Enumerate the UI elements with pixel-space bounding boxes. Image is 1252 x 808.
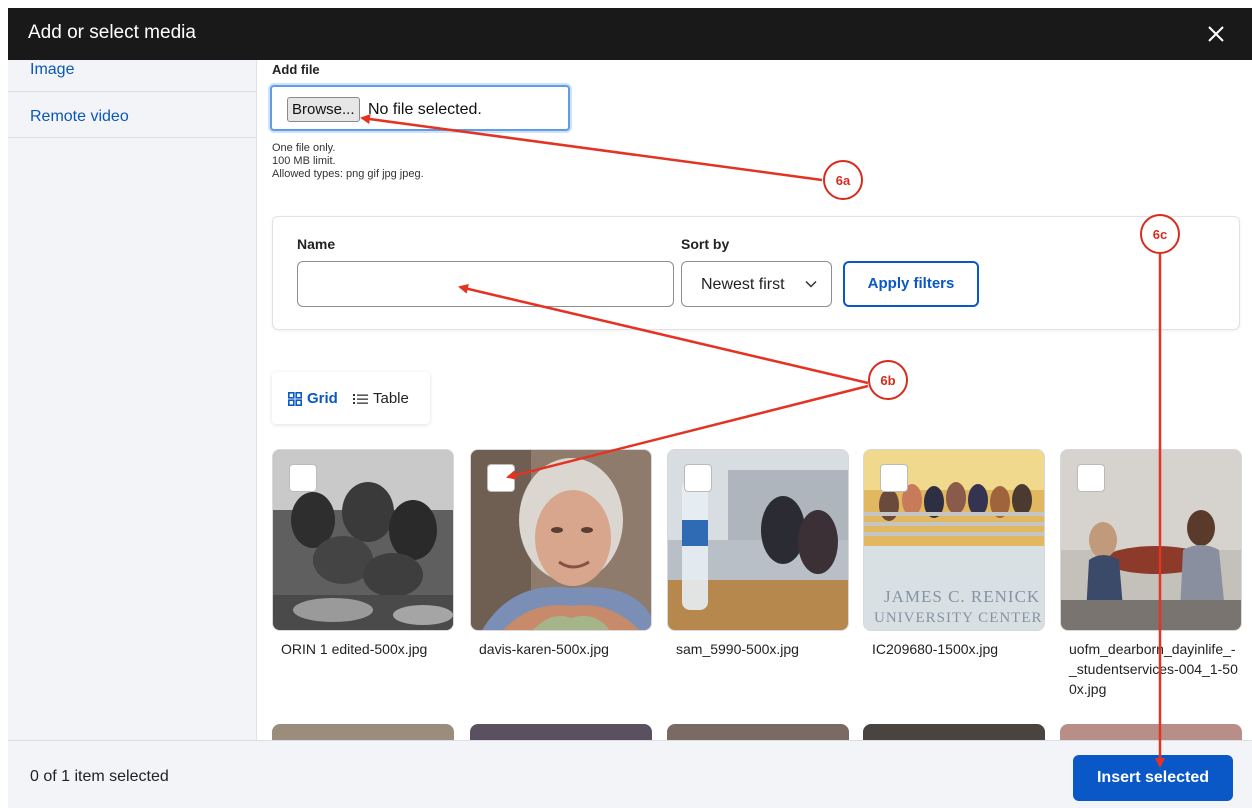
list-icon: [353, 393, 368, 404]
hint-line: Allowed types: png gif jpg jpeg.: [272, 168, 424, 180]
media-type-sidebar: Image Remote video: [8, 60, 257, 740]
media-item[interactable]: sam_5990-500x.jpg: [667, 449, 849, 659]
sort-by-label: Sort by: [681, 236, 730, 252]
tab-label: Remote video: [30, 108, 129, 125]
browse-button[interactable]: Browse...: [287, 97, 360, 122]
dialog-titlebar: Add or select media: [8, 8, 1252, 60]
apply-filters-button[interactable]: Apply filters: [843, 261, 979, 307]
grid-icon: [288, 391, 302, 406]
media-library-main: Add file Browse... No file selected. One…: [256, 60, 1252, 740]
select-checkbox[interactable]: [880, 464, 908, 492]
upload-hints: One file only. 100 MB limit. Allowed typ…: [272, 142, 424, 181]
select-checkbox[interactable]: [487, 464, 515, 492]
chevron-down-icon: [805, 280, 817, 288]
media-item-partial[interactable]: [863, 724, 1045, 740]
media-filename: davis-karen-500x.jpg: [479, 641, 609, 657]
grid-view-tab[interactable]: Grid: [288, 390, 338, 407]
insert-selected-button[interactable]: Insert selected: [1073, 755, 1233, 801]
media-thumbnail[interactable]: [272, 449, 454, 631]
file-upload-field[interactable]: Browse... No file selected.: [270, 85, 570, 131]
tab-remote-video[interactable]: Remote video: [8, 92, 256, 138]
select-checkbox[interactable]: [1077, 464, 1105, 492]
name-filter-label: Name: [297, 236, 336, 252]
tab-image[interactable]: Image: [8, 60, 256, 92]
table-view-tab[interactable]: Table: [353, 390, 409, 407]
select-checkbox[interactable]: [289, 464, 317, 492]
close-icon[interactable]: [1202, 20, 1230, 48]
sign-text-line: JAMES C. RENICK: [884, 587, 1040, 606]
media-filename: ORIN 1 edited-500x.jpg: [281, 641, 428, 657]
sign-text-line: UNIVERSITY CENTER: [874, 610, 1043, 626]
sort-by-value: Newest first: [701, 276, 785, 293]
name-filter-input[interactable]: [297, 261, 674, 307]
tab-label: Image: [30, 61, 75, 78]
media-item[interactable]: ORIN 1 edited-500x.jpg: [272, 449, 454, 659]
media-thumbnail[interactable]: [667, 449, 849, 631]
media-item-partial[interactable]: [272, 724, 454, 740]
filters-panel: Name Sort by Newest first Apply filters: [272, 216, 1240, 330]
hint-line: One file only.: [272, 142, 336, 154]
hint-line: 100 MB limit.: [272, 155, 336, 167]
media-item-partial[interactable]: [1060, 724, 1242, 740]
media-thumbnail[interactable]: JAMES C. RENICK UNIVERSITY CENTER: [863, 449, 1045, 631]
media-filename: sam_5990-500x.jpg: [676, 641, 799, 657]
grid-view-label: Grid: [307, 390, 338, 407]
select-checkbox[interactable]: [684, 464, 712, 492]
media-item[interactable]: davis-karen-500x.jpg: [470, 449, 652, 659]
media-thumbnail[interactable]: [1060, 449, 1242, 631]
file-status-text: No file selected.: [368, 101, 482, 118]
media-item-partial[interactable]: [667, 724, 849, 740]
media-item[interactable]: JAMES C. RENICK UNIVERSITY CENTER IC2096…: [863, 449, 1045, 659]
media-item[interactable]: uofm_dearborn_dayinlife_-_studentservice…: [1060, 449, 1242, 699]
dialog-title: Add or select media: [28, 22, 196, 43]
dialog-footer: 0 of 1 item selected Insert selected: [8, 740, 1252, 808]
media-filename: IC209680-1500x.jpg: [872, 641, 999, 657]
media-thumbnail[interactable]: [470, 449, 652, 631]
table-view-label: Table: [373, 390, 409, 407]
view-switcher: Grid Table: [272, 372, 430, 424]
media-filename: uofm_dearborn_dayinlife_-_studentservice…: [1069, 641, 1238, 697]
media-item-partial[interactable]: [470, 724, 652, 740]
sort-by-select[interactable]: Newest first: [681, 261, 832, 307]
add-file-label: Add file: [272, 62, 320, 77]
selection-count: 0 of 1 item selected: [30, 768, 169, 785]
